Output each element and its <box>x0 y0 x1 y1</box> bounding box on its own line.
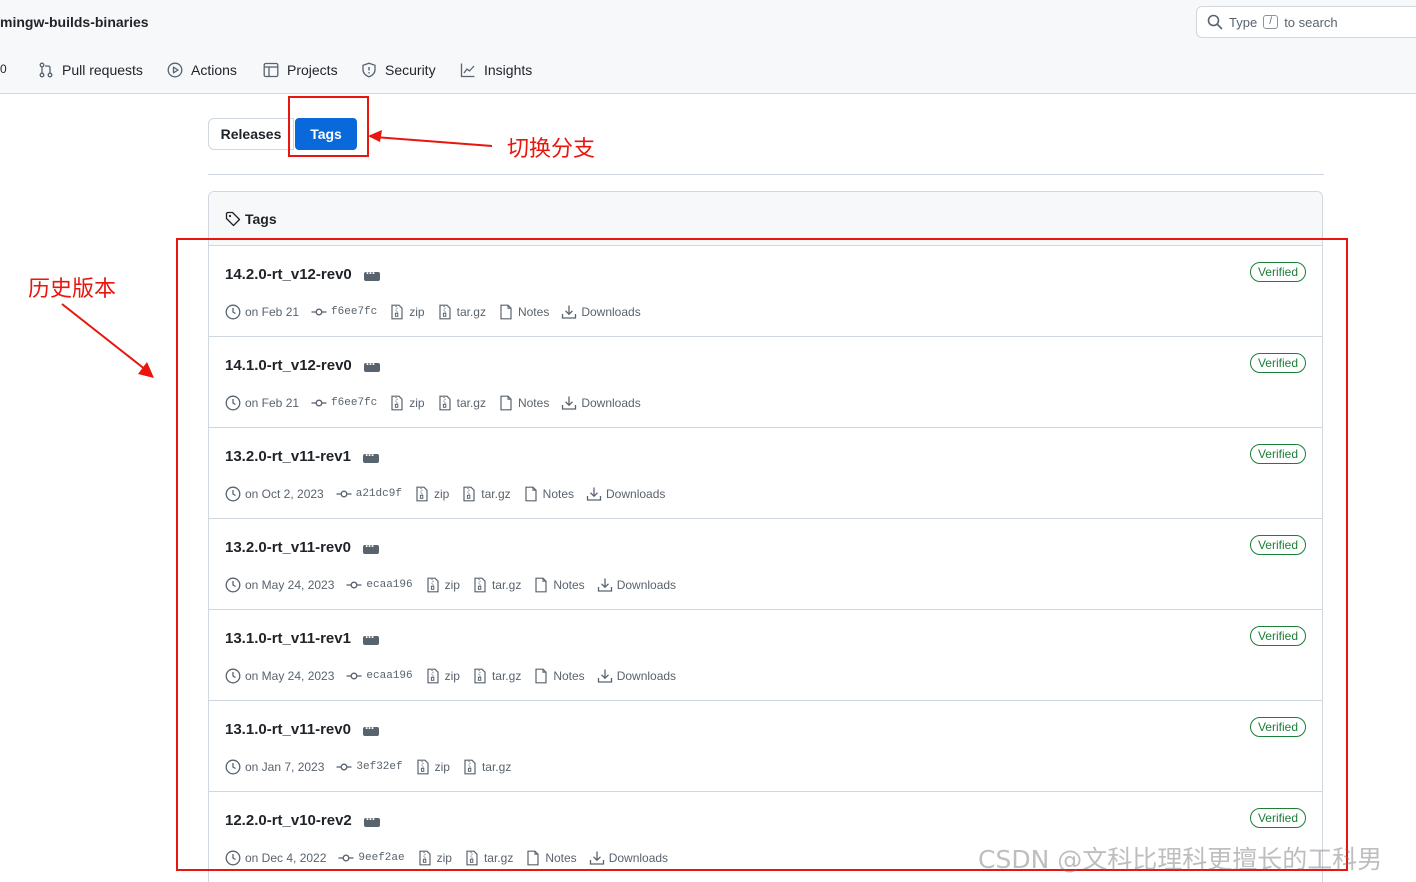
tab-label: Pull requests <box>62 62 143 78</box>
nav-counter: 0 <box>0 62 7 76</box>
tab-label: Security <box>385 62 436 78</box>
repo-header: mingw-builds-binaries Type / to search 0… <box>0 0 1416 94</box>
releases-tags-toggle: Releases Tags <box>208 118 357 150</box>
tab-label: Projects <box>287 62 338 78</box>
table-icon <box>263 62 279 78</box>
tags-highlight-box <box>288 96 369 157</box>
search-suffix: to search <box>1284 14 1338 30</box>
annotation-arrow-left <box>368 130 493 147</box>
graph-icon <box>460 63 475 78</box>
search-prefix: Type <box>1229 14 1258 30</box>
repo-name-link[interactable]: mingw-builds-binaries <box>0 14 149 30</box>
tag-icon <box>225 211 241 226</box>
annotation-history-versions: 历史版本 <box>28 277 117 302</box>
tab-insights[interactable]: Insights <box>460 56 532 84</box>
search-input[interactable]: Type / to search <box>1196 6 1416 38</box>
annotation-arrow-down-right <box>61 303 154 378</box>
play-circle-icon <box>167 62 183 78</box>
tab-security[interactable]: Security <box>361 56 436 84</box>
history-highlight-box <box>176 238 1348 871</box>
csdn-watermark: CSDN @文科比理科更擅长的工科男 <box>978 845 1383 874</box>
tab-actions[interactable]: Actions <box>167 56 237 84</box>
search-icon <box>1207 14 1223 30</box>
repo-nav: 0 Pull requests Actions Projects Securit… <box>0 56 1416 84</box>
tab-label: Insights <box>484 62 533 78</box>
tab-projects[interactable]: Projects <box>263 56 338 84</box>
releases-button[interactable]: Releases <box>208 118 294 150</box>
tab-pull-requests[interactable]: Pull requests <box>38 56 143 84</box>
search-shortcut-key: / <box>1263 15 1279 29</box>
shield-icon <box>362 62 376 78</box>
tags-list-title: Tags <box>245 210 277 227</box>
pull-request-icon <box>39 62 53 78</box>
annotation-switch-branch: 切换分支 <box>507 137 596 162</box>
tab-label: Actions <box>191 62 237 78</box>
section-divider <box>208 174 1324 175</box>
